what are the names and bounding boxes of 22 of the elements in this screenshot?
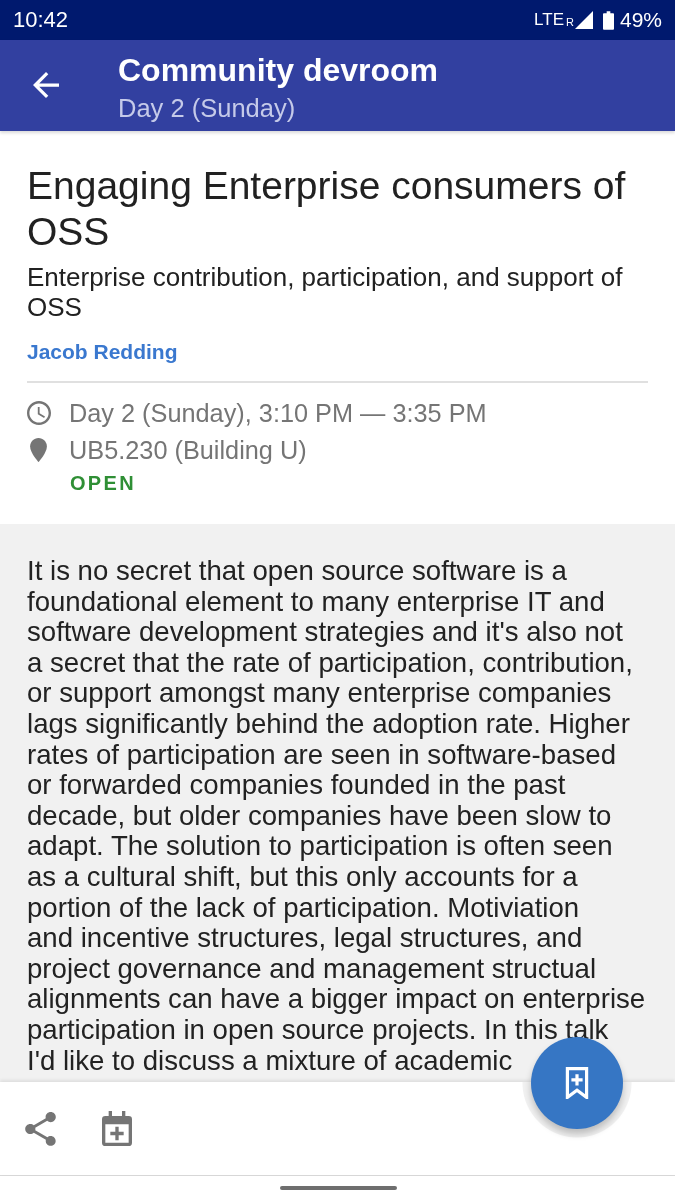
add-bookmark-button[interactable] bbox=[531, 1037, 623, 1129]
room-name: UB5.230 (Building U) bbox=[69, 435, 307, 465]
app-bar-title: Community devroom bbox=[118, 52, 439, 88]
calendar-add-icon[interactable] bbox=[102, 1111, 132, 1146]
signal-icon bbox=[574, 11, 593, 29]
talk-time: Day 2 (Sunday), 3:10 PM — 3:35 PM bbox=[69, 398, 487, 428]
room-status: OPEN bbox=[70, 472, 136, 495]
clock-icon bbox=[27, 401, 51, 425]
speaker-link[interactable]: Jacob Redding bbox=[27, 339, 178, 365]
clock-time: 10:42 bbox=[13, 7, 69, 33]
roaming-indicator: R bbox=[566, 16, 574, 28]
network-type: LTE bbox=[534, 10, 564, 30]
app-bar-subtitle: Day 2 (Sunday) bbox=[118, 93, 297, 123]
talk-description: It is no secret that open source software is a foundational element to many enterprise IT and software development strategies and it's also not a secret that the rate of participation, contribution, or support amongst many enterprise companies lags significantly behind the adoption rate. Higher rates of participation are seen in software-based or forwarded companies founded in the past decade, but older companies have been slow to adapt. The solution to participation is often seen as a cultural shift, but this only accounts for a portion of the lack of participation. Motiviation and incentive structures, legal structures, and project governance and management structual alignments can have a bigger impact on enterprise participation in open source projects. In this talk I'd like to discuss a mixture of academic bbox=[27, 556, 647, 1077]
bookmark-plus-icon bbox=[565, 1067, 589, 1099]
back-arrow-icon[interactable] bbox=[33, 72, 59, 98]
share-icon[interactable] bbox=[25, 1111, 56, 1146]
battery-level: 49% bbox=[619, 8, 662, 32]
talk-subtitle: Enterprise contribution, participation, and support of OSS bbox=[27, 262, 624, 322]
talk-title: Engaging Enterprise consumers of OSS bbox=[27, 163, 627, 255]
location-pin-icon bbox=[30, 438, 47, 462]
battery-icon bbox=[602, 10, 614, 30]
